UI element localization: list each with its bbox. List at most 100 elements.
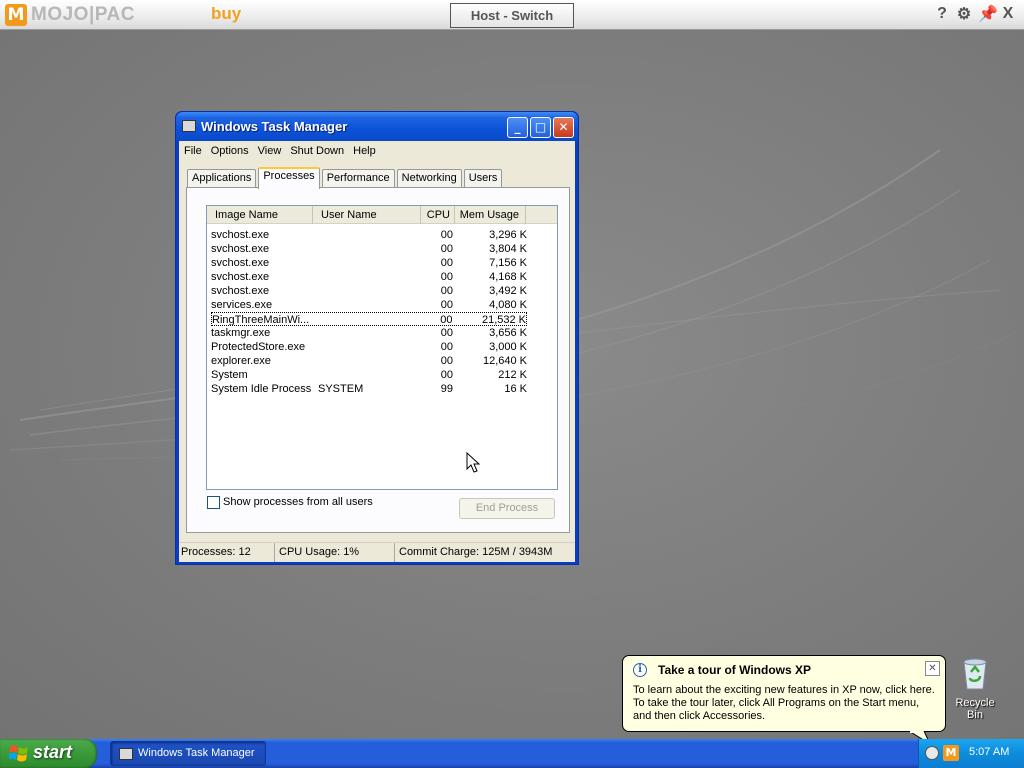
tab-applications[interactable]: Applications <box>187 169 257 188</box>
tour-balloon[interactable]: i Take a tour of Windows XP ✕ To learn a… <box>622 655 946 732</box>
column-user-name[interactable]: User Name <box>313 206 421 224</box>
show-all-users-label[interactable]: Show processes from all users <box>223 496 373 508</box>
process-mem-usage: 16 K <box>504 383 527 395</box>
process-mem-usage: 4,168 K <box>489 271 527 283</box>
tab-processes[interactable]: Processes <box>258 167 320 189</box>
end-process-button[interactable]: End Process <box>459 498 555 519</box>
process-mem-usage: 12,640 K <box>482 355 527 367</box>
tab-networking[interactable]: Networking <box>396 169 462 188</box>
process-mem-usage: 3,296 K <box>489 229 527 241</box>
process-user-name <box>318 284 422 298</box>
tray-mojopac-icon[interactable]: M <box>943 745 959 761</box>
process-cpu: 00 <box>440 285 453 297</box>
column-image-name[interactable]: Image Name <box>207 206 313 224</box>
settings-icon[interactable]: ⚙ <box>956 4 972 24</box>
process-user-name <box>318 298 422 312</box>
tab-strip: Applications Processes Performance Netwo… <box>187 167 504 189</box>
process-mem-usage: 212 K <box>498 369 527 381</box>
process-user-name <box>318 313 421 325</box>
minimize-button[interactable]: _ <box>507 117 528 138</box>
process-mem-usage: 3,656 K <box>489 327 527 339</box>
process-cpu: 00 <box>440 355 453 367</box>
maximize-button[interactable]: □ <box>530 117 551 138</box>
process-mem-usage: 3,000 K <box>489 341 527 353</box>
table-row[interactable]: RingThreeMainWi... 00 21,532 K <box>211 312 527 326</box>
taskbar-item-task-manager[interactable]: Windows Task Manager <box>110 741 266 766</box>
process-cpu: 00 <box>440 271 453 283</box>
table-row[interactable]: svchost.exe 00 4,168 K <box>211 270 527 284</box>
table-row[interactable]: svchost.exe 00 3,296 K <box>211 228 527 242</box>
balloon-line-2: To take the tour later, click All Progra… <box>633 697 920 709</box>
process-image-name: RingThreeMainWi... <box>212 314 310 325</box>
process-cpu: 00 <box>440 341 453 353</box>
process-user-name <box>318 368 422 382</box>
process-image-name: System <box>211 369 248 381</box>
tray-shield-icon[interactable] <box>925 746 939 760</box>
task-manager-taskbar-icon <box>119 748 133 760</box>
table-row[interactable]: ProtectedStore.exe 00 3,000 K <box>211 340 527 354</box>
status-bar: Processes: 12 CPU Usage: 1% Commit Charg… <box>179 542 575 562</box>
recycle-bin[interactable]: Recycle Bin <box>946 656 1004 721</box>
menu-view[interactable]: View <box>258 145 282 157</box>
tab-users[interactable]: Users <box>463 169 503 188</box>
balloon-title: Take a tour of Windows XP <box>658 663 812 677</box>
process-user-name <box>318 256 422 270</box>
tab-performance[interactable]: Performance <box>321 169 395 188</box>
task-manager-window: Windows Task Manager _ □ ✕ File Options … <box>175 111 579 565</box>
mojopac-logo-text: MOJO|PAC <box>31 4 135 25</box>
show-all-users-checkbox[interactable] <box>207 496 220 509</box>
menu-options[interactable]: Options <box>211 145 249 157</box>
process-cpu: 00 <box>440 243 453 255</box>
taskbar-item-label: Windows Task Manager <box>138 747 255 759</box>
balloon-line-1[interactable]: To learn about the exciting new features… <box>633 684 935 696</box>
process-user-name <box>318 270 422 284</box>
table-row[interactable]: services.exe 00 4,080 K <box>211 298 527 312</box>
close-button[interactable]: ✕ <box>553 117 574 138</box>
mojopac-logo[interactable]: M MOJO|PAC <box>5 4 135 26</box>
table-row[interactable]: explorer.exe 00 12,640 K <box>211 354 527 368</box>
start-label: start <box>33 742 73 762</box>
table-row[interactable]: System 00 212 K <box>211 368 527 382</box>
start-button[interactable]: start <box>0 739 97 768</box>
pin-icon[interactable]: 📌 <box>978 4 998 24</box>
list-header: Image Name User Name CPU Mem Usage <box>207 206 557 224</box>
process-user-name: SYSTEM <box>318 383 364 395</box>
status-cpu-usage: CPU Usage: 1% <box>275 543 395 562</box>
menu-file[interactable]: File <box>184 145 202 157</box>
menu-help[interactable]: Help <box>353 145 376 157</box>
menu-shut-down[interactable]: Shut Down <box>290 145 344 157</box>
buy-link[interactable]: buy <box>211 4 241 24</box>
process-image-name: svchost.exe <box>211 229 270 241</box>
process-cpu: 00 <box>440 314 453 325</box>
mojopac-bar: M MOJO|PAC buy Host - Switch ? ⚙ 📌 X <box>0 0 1024 30</box>
help-icon[interactable]: ? <box>934 5 950 23</box>
table-row[interactable]: System Idle Process SYSTEM 99 16 K <box>211 382 527 396</box>
process-image-name: svchost.exe <box>211 257 270 269</box>
table-row[interactable]: svchost.exe 00 3,492 K <box>211 284 527 298</box>
close-icon[interactable]: X <box>1000 5 1016 23</box>
column-cpu[interactable]: CPU <box>421 206 455 224</box>
process-cpu: 00 <box>440 369 453 381</box>
tray-clock[interactable]: 5:07 AM <box>969 746 1009 758</box>
processes-panel: Image Name User Name CPU Mem Usage svcho… <box>186 187 570 533</box>
menu-bar: File Options View Shut Down Help <box>179 141 575 161</box>
process-user-name <box>318 242 422 256</box>
balloon-line-3: and then click Accessories. <box>633 710 766 722</box>
process-cpu: 99 <box>440 383 453 395</box>
table-row[interactable]: svchost.exe 00 3,804 K <box>211 242 527 256</box>
process-user-name <box>318 340 422 354</box>
process-image-name: explorer.exe <box>211 355 271 367</box>
title-bar[interactable]: Windows Task Manager _ □ ✕ <box>176 112 578 141</box>
system-tray: M 5:07 AM <box>918 739 1024 768</box>
balloon-close-button[interactable]: ✕ <box>925 661 940 676</box>
process-mem-usage: 4,080 K <box>489 299 527 311</box>
process-list[interactable]: Image Name User Name CPU Mem Usage svcho… <box>206 205 558 490</box>
windows-flag-icon <box>9 745 28 762</box>
table-row[interactable]: taskmgr.exe 00 3,656 K <box>211 326 527 340</box>
column-mem-usage[interactable]: Mem Usage <box>455 206 526 224</box>
table-row[interactable]: svchost.exe 00 7,156 K <box>211 256 527 270</box>
host-switch-button[interactable]: Host - Switch <box>450 3 574 28</box>
process-image-name: svchost.exe <box>211 285 270 297</box>
process-image-name: taskmgr.exe <box>211 327 271 339</box>
mojopac-toolbar: ? ⚙ 📌 X <box>934 4 1016 24</box>
